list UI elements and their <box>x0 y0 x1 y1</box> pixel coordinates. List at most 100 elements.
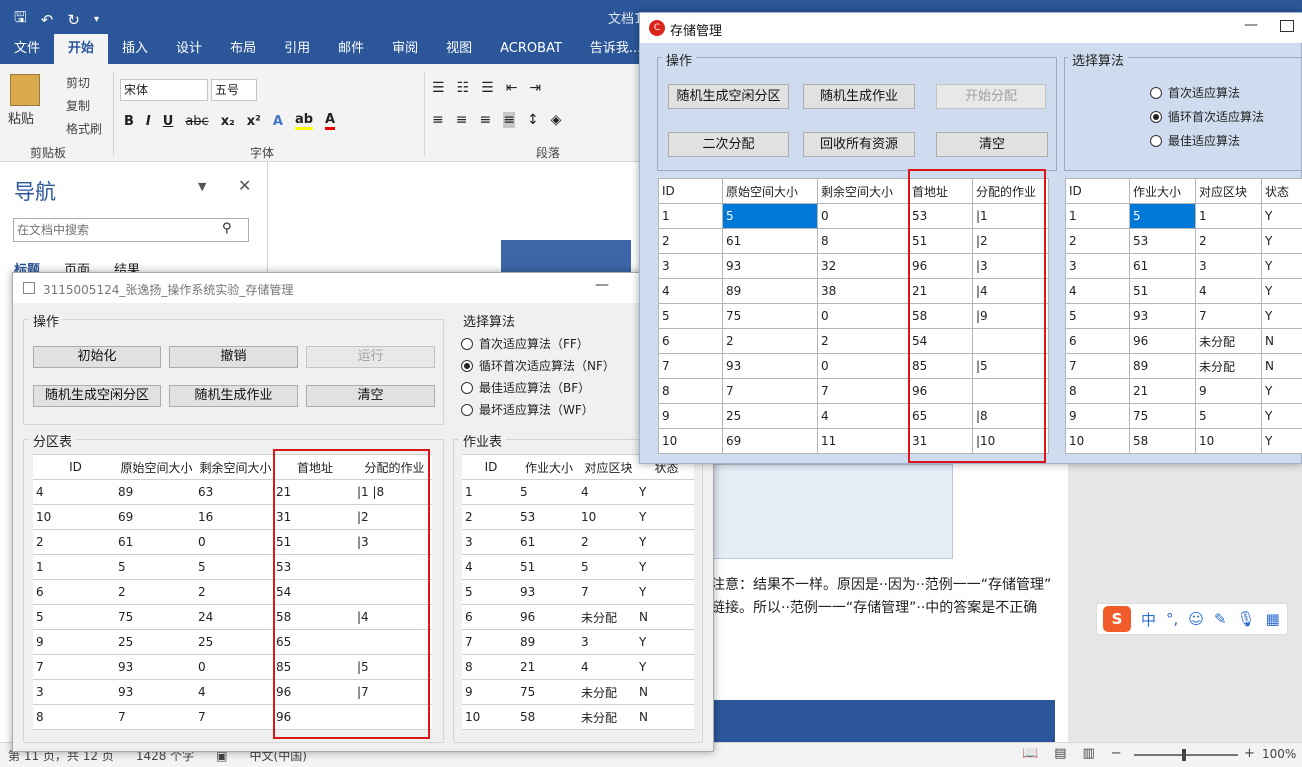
table-cell[interactable]: 2 <box>817 328 909 354</box>
subscript-icon[interactable]: x₂ <box>221 114 235 129</box>
text-effects-icon[interactable]: A <box>273 114 283 129</box>
table-cell[interactable]: 8 <box>817 228 909 254</box>
sogou-logo-icon[interactable]: S <box>1103 606 1131 632</box>
table-cell[interactable]: Y <box>636 654 694 680</box>
table-cell[interactable]: 58 <box>1129 428 1196 454</box>
table-cell[interactable]: 93 <box>517 579 578 605</box>
table-cell[interactable]: 0 <box>817 303 909 329</box>
table-cell[interactable]: 96 <box>1129 328 1196 354</box>
handwriting-icon[interactable]: ✎ <box>1214 610 1227 628</box>
table-cell[interactable]: 未分配 <box>578 704 636 730</box>
tab-insert[interactable]: 插入 <box>108 34 162 64</box>
table-row[interactable]: 3 61 3 Y <box>1065 253 1302 279</box>
table-cell[interactable]: 1 <box>33 554 115 580</box>
save-icon[interactable]: 🖫 <box>14 7 27 32</box>
table-cell[interactable]: 5 <box>1065 303 1130 329</box>
table-cell[interactable]: 10 <box>462 704 517 730</box>
table-cell[interactable]: 2 <box>33 529 115 555</box>
format-painter-button[interactable]: 格式刷 <box>66 120 102 137</box>
table-row[interactable]: 3 61 2 Y <box>462 529 694 555</box>
radio-circle[interactable] <box>1150 110 1162 123</box>
table-cell[interactable]: 5 <box>462 579 517 605</box>
table-cell[interactable]: 0 <box>817 353 909 379</box>
radio-circle[interactable] <box>461 337 473 350</box>
table-row[interactable]: 2 53 10 Y <box>462 504 694 530</box>
table-cell[interactable]: 1 <box>462 479 517 505</box>
table-cell[interactable]: 8 <box>33 704 115 730</box>
tab-design[interactable]: 设计 <box>162 34 216 64</box>
col-header-remain-size[interactable]: 剩余空间大小 <box>817 178 909 204</box>
table-cell[interactable]: 4 <box>33 479 115 505</box>
run-button[interactable]: 运行 <box>306 346 435 368</box>
table-cell[interactable]: 7 <box>578 579 636 605</box>
redo-icon[interactable]: ↻ <box>67 11 80 29</box>
italic-icon[interactable]: I <box>146 114 151 129</box>
front-start-button[interactable]: 开始分配 <box>936 84 1046 109</box>
close-icon[interactable]: ✕ <box>238 176 251 195</box>
table-cell[interactable]: 11 <box>817 428 909 454</box>
front-gen-job-button[interactable]: 随机生成作业 <box>803 84 915 109</box>
increase-indent-icon[interactable]: ⇥ <box>529 80 541 96</box>
table-cell[interactable]: Y <box>636 554 694 580</box>
table-cell[interactable]: 5 <box>1129 203 1196 229</box>
table-cell[interactable]: 3 <box>33 679 115 705</box>
nav-options-icon[interactable]: ▼ <box>198 180 206 193</box>
table-cell[interactable]: 3 <box>462 529 517 555</box>
table-cell[interactable]: 7 <box>658 353 723 379</box>
table-cell[interactable]: 21 <box>1129 378 1196 404</box>
col-header-block[interactable]: 对应区块 <box>1195 178 1262 204</box>
table-cell[interactable]: 4 <box>817 403 909 429</box>
line-spacing-icon[interactable]: ↕ <box>527 112 539 128</box>
col-header-block[interactable]: 对应区块 <box>578 454 636 480</box>
table-row[interactable]: 151Y <box>1065 203 1302 229</box>
table-cell[interactable]: 25 <box>722 403 818 429</box>
cut-button[interactable]: 剪切 <box>66 74 90 91</box>
table-cell[interactable]: 75 <box>722 303 818 329</box>
radio-circle[interactable] <box>1150 134 1162 147</box>
front-clear-button[interactable]: 清空 <box>936 132 1048 157</box>
microphone-icon[interactable]: 🎙 <box>1237 610 1256 628</box>
table-cell[interactable]: N <box>636 679 694 705</box>
zoom-slider[interactable] <box>1134 754 1238 756</box>
table-cell[interactable]: Y <box>636 629 694 655</box>
radio-wf[interactable]: 最坏适应算法（WF） <box>461 401 594 418</box>
table-row[interactable]: 7 89 未分配 N <box>1065 353 1302 379</box>
table-row[interactable]: 5 93 7 Y <box>462 579 694 605</box>
col-header-id[interactable]: ID <box>1065 178 1130 204</box>
table-cell[interactable]: Y <box>636 579 694 605</box>
table-row[interactable]: 7 89 3 Y <box>462 629 694 655</box>
table-cell[interactable]: 0 <box>195 529 273 555</box>
table-cell[interactable]: 21 <box>517 654 578 680</box>
align-center-icon[interactable]: ≡ <box>456 112 468 128</box>
highlight-icon[interactable]: ab <box>294 112 314 130</box>
underline-icon[interactable]: U <box>163 114 174 129</box>
table-cell[interactable]: 未分配 <box>1195 353 1262 379</box>
table-cell[interactable]: 5 <box>115 554 195 580</box>
table-cell[interactable]: 4 <box>462 554 517 580</box>
table-cell[interactable]: 93 <box>1129 303 1196 329</box>
col-header-id[interactable]: ID <box>658 178 723 204</box>
table-row[interactable]: 2 53 2 Y <box>1065 228 1302 254</box>
maximize-icon[interactable] <box>1280 20 1294 32</box>
zoom-in-icon[interactable]: + <box>1244 746 1255 761</box>
bullets-icon[interactable]: ☰ <box>432 80 445 96</box>
table-cell[interactable]: 51 <box>1129 278 1196 304</box>
search-icon[interactable]: ⚲ <box>222 221 232 236</box>
table-row[interactable]: 8 21 9 Y <box>1065 378 1302 404</box>
col-header-orig-size[interactable]: 原始空间大小 <box>722 178 818 204</box>
font-size-select[interactable]: 五号 <box>211 79 257 101</box>
table-cell[interactable]: 未分配 <box>578 604 636 630</box>
table-cell[interactable]: 2 <box>115 579 195 605</box>
read-mode-icon[interactable]: 📖 <box>1022 746 1038 761</box>
table-cell[interactable]: 75 <box>115 604 195 630</box>
col-header-job-size[interactable]: 作业大小 <box>1129 178 1196 204</box>
radio-circle[interactable] <box>461 381 473 394</box>
table-cell[interactable]: 6 <box>658 328 723 354</box>
tab-review[interactable]: 审阅 <box>378 34 432 64</box>
table-cell[interactable]: N <box>636 704 694 730</box>
front-second-alloc-button[interactable]: 二次分配 <box>668 132 789 157</box>
table-cell[interactable]: 89 <box>517 629 578 655</box>
table-cell[interactable]: 5 <box>33 604 115 630</box>
radio-circle[interactable] <box>461 359 473 372</box>
table-cell[interactable]: 7 <box>817 378 909 404</box>
